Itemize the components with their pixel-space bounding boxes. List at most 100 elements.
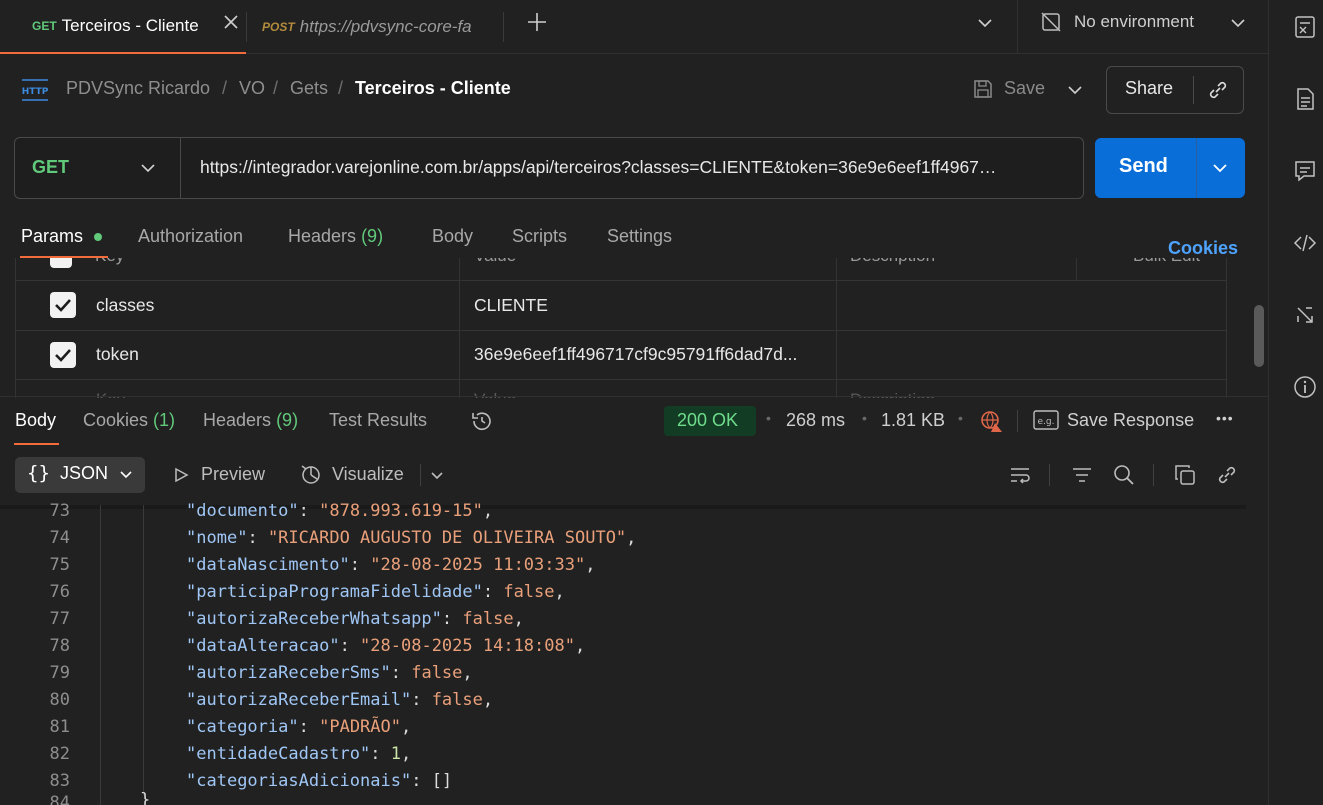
wrap-lines-icon[interactable] <box>1008 463 1032 487</box>
breadcrumb-workspace[interactable]: PDVSync Ricardo <box>66 78 210 99</box>
tab-params[interactable]: Params <box>21 226 83 247</box>
comments-icon[interactable] <box>1292 158 1318 184</box>
json-key: autorizaReceberSms <box>196 663 381 683</box>
new-tab-plus-icon[interactable] <box>525 10 549 34</box>
json-value: false <box>503 582 555 602</box>
json-value: "28-08-2025 14:18:08" <box>360 636 575 656</box>
more-options-button[interactable]: ••• <box>1216 410 1234 426</box>
link-icon[interactable] <box>1215 463 1239 487</box>
col-divider <box>459 258 460 398</box>
variables-icon[interactable] <box>1292 14 1318 40</box>
json-key: dataAlteracao <box>196 636 330 656</box>
history-icon[interactable] <box>470 409 494 433</box>
response-body-code[interactable]: 73 "documento": "878.993.619-15", 74 "nome"… <box>0 500 1246 805</box>
params-scrollbar[interactable] <box>1254 305 1264 367</box>
json-value: "RICARDO AUGUSTO DE OLIVEIRA SOUTO" <box>267 528 627 548</box>
method-select[interactable]: GET <box>32 157 69 178</box>
closing-brace: } <box>140 790 151 805</box>
json-key: nome <box>196 528 238 548</box>
json-key: autorizaReceberWhatsapp <box>196 609 432 629</box>
line-number: 76 <box>49 582 70 602</box>
line-number: 83 <box>49 771 70 791</box>
param-key[interactable]: token <box>96 344 139 365</box>
response-tab-headers[interactable]: Headers (9) <box>203 410 298 431</box>
environment-selector[interactable]: No environment <box>1074 12 1194 32</box>
tab-scripts[interactable]: Scripts <box>512 226 567 247</box>
tabs-dropdown-chevron-icon[interactable] <box>976 14 994 32</box>
close-tab-icon[interactable] <box>222 13 240 31</box>
search-icon[interactable] <box>1112 463 1136 487</box>
visualize-icon[interactable] <box>299 463 323 487</box>
link-icon[interactable] <box>1207 79 1229 101</box>
floppy-disk-icon[interactable] <box>972 78 994 100</box>
format-label: JSON <box>60 463 109 483</box>
tab-post-pdvsync[interactable]: POST https://pdvsync-core-fa <box>247 0 502 54</box>
meta-dot: • <box>958 410 963 426</box>
select-all-checkbox[interactable] <box>50 258 72 268</box>
tab-settings[interactable]: Settings <box>607 226 672 247</box>
param-value[interactable]: CLIENTE <box>474 295 548 316</box>
svg-text:HTTP: HTTP <box>22 87 49 97</box>
copy-icon[interactable] <box>1173 463 1197 487</box>
related-collections-icon[interactable] <box>1292 302 1318 328</box>
col-divider <box>1226 258 1227 398</box>
tab-method: POST <box>262 20 295 34</box>
visualize-chevron-icon[interactable] <box>429 467 445 483</box>
response-size[interactable]: 1.81 KB <box>881 410 945 431</box>
line-number: 75 <box>49 555 70 575</box>
preview-play-icon[interactable] <box>172 466 190 484</box>
json-line: "autorizaReceberWhatsapp": false, <box>186 609 524 629</box>
response-time[interactable]: 268 ms <box>786 410 845 431</box>
row-divider <box>15 330 1227 331</box>
breadcrumb-folder-gets[interactable]: Gets <box>290 78 328 99</box>
save-options-chevron-icon[interactable] <box>1066 81 1084 99</box>
response-tab-body[interactable]: Body <box>15 410 56 431</box>
visualize-divider <box>420 464 421 486</box>
tab-body[interactable]: Body <box>432 226 473 247</box>
col-divider <box>1076 258 1077 280</box>
tab-divider <box>503 12 504 42</box>
cookies-link[interactable]: Cookies <box>1168 238 1238 259</box>
param-key[interactable]: classes <box>96 295 154 316</box>
tab-terceiros-cliente[interactable]: GET Terceiros - Cliente <box>0 0 246 54</box>
param-checkbox-token[interactable] <box>50 342 76 368</box>
send-options-chevron-icon[interactable] <box>1211 159 1229 177</box>
json-line: "entidadeCadastro": 1, <box>186 744 412 764</box>
status-code: 200 OK <box>677 410 739 430</box>
save-button[interactable]: Save <box>1004 78 1045 99</box>
response-tab-test-results[interactable]: Test Results <box>329 410 427 431</box>
code-snippet-icon[interactable] <box>1292 230 1318 256</box>
visualize-button[interactable]: Visualize <box>332 464 404 485</box>
save-response-button[interactable]: Save Response <box>1067 410 1194 431</box>
tab-headers[interactable]: Headers (9) <box>288 226 383 247</box>
response-tab-headers-label: Headers <box>203 410 272 430</box>
share-button[interactable]: Share <box>1125 78 1173 99</box>
response-tab-cookies-count: (1) <box>153 410 176 430</box>
breadcrumb-folder-vo[interactable]: VO <box>239 78 265 99</box>
tab-authorization[interactable]: Authorization <box>138 226 243 247</box>
page-title[interactable]: Terceiros - Cliente <box>355 78 511 99</box>
info-icon[interactable] <box>1292 374 1318 400</box>
filter-icon[interactable] <box>1070 463 1094 487</box>
preview-button[interactable]: Preview <box>201 464 265 485</box>
send-button[interactable]: Send <box>1119 155 1168 178</box>
method-chevron-icon[interactable] <box>139 159 157 177</box>
breadcrumb-separator: / <box>222 78 228 98</box>
param-value[interactable]: 36e9e6eef1ff496717cf9c95791ff6dad7d... <box>474 344 797 365</box>
right-sidebar <box>1268 0 1323 805</box>
json-braces-icon: {} <box>27 462 50 484</box>
documentation-icon[interactable] <box>1292 86 1318 112</box>
url-input[interactable]: https://integrador.varejonline.com.br/ap… <box>200 157 1078 178</box>
globe-warning-icon[interactable] <box>979 409 1003 433</box>
column-header-description: Description <box>850 258 935 266</box>
tab-title: Terceiros - Cliente <box>61 16 199 35</box>
response-tab-cookies[interactable]: Cookies (1) <box>83 410 175 431</box>
tab-headers-count: (9) <box>361 226 384 246</box>
tab-title: https://pdvsync-core-fa <box>299 17 472 36</box>
param-checkbox-classes[interactable] <box>50 292 76 318</box>
bulk-edit-link[interactable]: Bulk Edit <box>1133 258 1200 266</box>
params-table: Key Value Description Bulk Edit classes … <box>15 258 1227 398</box>
environment-chevron-icon[interactable] <box>1229 14 1247 32</box>
line-number: 82 <box>49 744 70 764</box>
response-divider <box>0 396 1268 397</box>
